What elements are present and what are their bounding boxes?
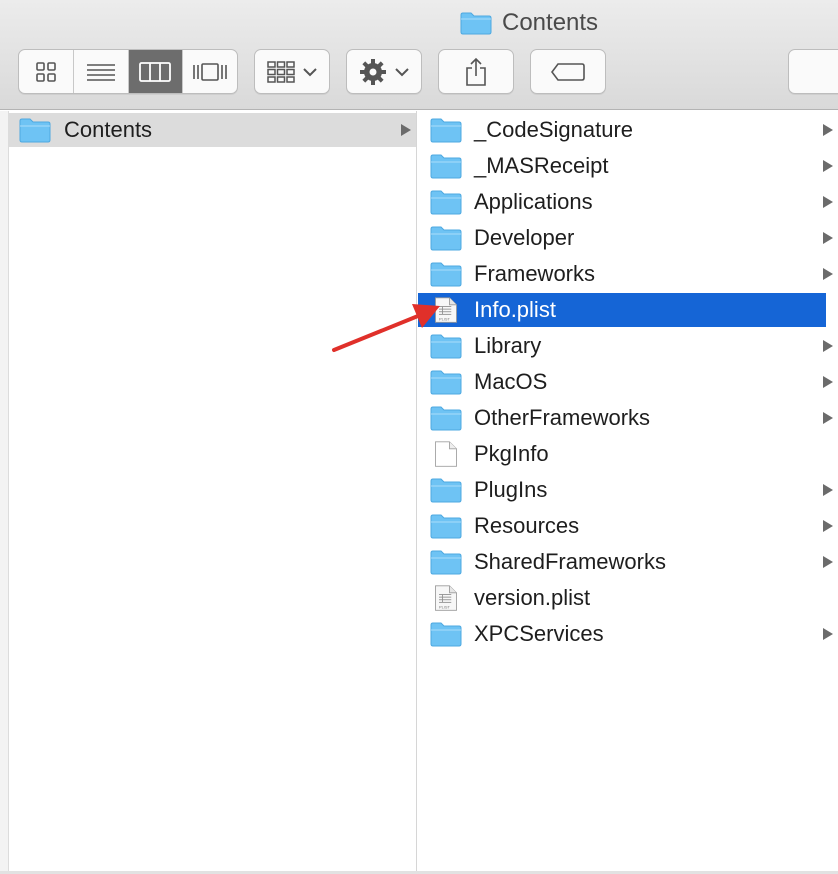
disclosure-triangle-icon (823, 196, 833, 208)
disclosure-triangle-icon (823, 520, 833, 532)
list-item-label: Frameworks (474, 261, 596, 286)
arrange-button[interactable] (254, 49, 330, 94)
columns-icon (139, 61, 172, 82)
list-icon (86, 63, 115, 81)
folder-icon (430, 154, 462, 179)
list-item[interactable]: Developer (418, 221, 838, 255)
disclosure-triangle-icon (823, 232, 833, 244)
folder-icon (430, 190, 462, 215)
chevron-down-icon (303, 67, 317, 76)
list-item-label: XPCServices (474, 621, 604, 646)
tag-icon (551, 62, 585, 81)
list-item[interactable]: PkgInfo (418, 437, 838, 471)
arrange-grid-icon (267, 60, 295, 83)
share-icon (466, 57, 486, 86)
folder-icon (430, 406, 462, 431)
cover-flow-view-button[interactable] (183, 50, 237, 93)
list-item[interactable]: OtherFrameworks (418, 401, 838, 435)
tags-button[interactable] (530, 49, 606, 94)
folder-icon (430, 478, 462, 503)
folder-icon (430, 262, 462, 287)
browser-column-2: _CodeSignature _MASReceipt Applications … (418, 111, 838, 874)
column-view-button[interactable] (128, 50, 184, 93)
list-item-label: PkgInfo (474, 441, 549, 466)
list-item-label: PlugIns (474, 477, 548, 502)
list-item-label: MacOS (474, 369, 548, 394)
folder-icon (460, 12, 492, 35)
folder-icon (430, 226, 462, 251)
disclosure-triangle-icon (823, 124, 833, 136)
list-item[interactable]: _MASReceipt (418, 149, 838, 183)
disclosure-triangle-icon (823, 412, 833, 424)
plist-file-icon: PLIST (435, 297, 457, 323)
list-item-label: version.plist (474, 585, 591, 610)
plist-file-icon: PLIST (435, 585, 457, 611)
list-item-contents[interactable]: Contents (9, 113, 416, 147)
svg-text:PLIST: PLIST (439, 317, 451, 322)
window-title-text: Contents (502, 9, 599, 36)
list-item[interactable]: Resources (418, 509, 838, 543)
list-item[interactable]: SharedFrameworks (418, 545, 838, 579)
folder-icon (430, 622, 462, 647)
gear-icon (360, 58, 386, 85)
grid-icon (36, 61, 56, 82)
list-item[interactable]: Frameworks (418, 257, 838, 291)
view-mode-segmented-control (18, 49, 238, 94)
list-item[interactable]: _CodeSignature (418, 113, 838, 147)
browser-column-1: Contents (9, 111, 417, 874)
folder-icon (430, 550, 462, 575)
disclosure-triangle-icon (823, 484, 833, 496)
list-item-label: Developer (474, 225, 575, 250)
list-item[interactable]: MacOS (418, 365, 838, 399)
folder-icon (19, 118, 51, 143)
list-item[interactable]: PlugIns (418, 473, 838, 507)
list-item-label: Info.plist (474, 297, 556, 322)
disclosure-triangle-icon (823, 160, 833, 172)
list-item-info-plist[interactable]: PLIST Info.plist (418, 293, 826, 327)
disclosure-triangle-icon (823, 340, 833, 352)
disclosure-triangle-icon (823, 268, 833, 280)
share-button[interactable] (438, 49, 514, 94)
toolbar: Contents (0, 0, 838, 110)
list-item[interactable]: Applications (418, 185, 838, 219)
list-item-label: _MASReceipt (474, 153, 609, 178)
list-item-label: SharedFrameworks (474, 549, 666, 574)
folder-icon (430, 334, 462, 359)
icon-view-button[interactable] (19, 50, 74, 93)
folder-icon (430, 118, 462, 143)
list-item-label: Resources (474, 513, 580, 538)
action-button[interactable] (346, 49, 422, 94)
file-icon (435, 441, 457, 467)
previous-column-edge (0, 111, 9, 874)
list-item-label: Library (474, 333, 542, 358)
svg-text:PLIST: PLIST (439, 605, 451, 610)
list-item[interactable]: PLIST version.plist (418, 581, 838, 615)
disclosure-triangle-icon (823, 556, 833, 568)
chevron-down-icon (395, 67, 409, 76)
cover-flow-icon (193, 62, 227, 81)
disclosure-triangle-icon (823, 628, 833, 640)
folder-icon (430, 514, 462, 539)
folder-icon (430, 370, 462, 395)
list-item-label: Contents (64, 117, 153, 142)
list-item[interactable]: Library (418, 329, 838, 363)
list-item-label: _CodeSignature (474, 117, 634, 142)
list-item[interactable]: XPCServices (418, 617, 838, 651)
list-view-button[interactable] (74, 50, 129, 93)
disclosure-triangle-icon (823, 376, 833, 388)
disclosure-triangle-icon (401, 124, 411, 136)
search-field[interactable] (788, 49, 838, 94)
window-title: Contents (460, 8, 598, 38)
list-item-label: OtherFrameworks (474, 405, 651, 430)
list-item-label: Applications (474, 189, 593, 214)
